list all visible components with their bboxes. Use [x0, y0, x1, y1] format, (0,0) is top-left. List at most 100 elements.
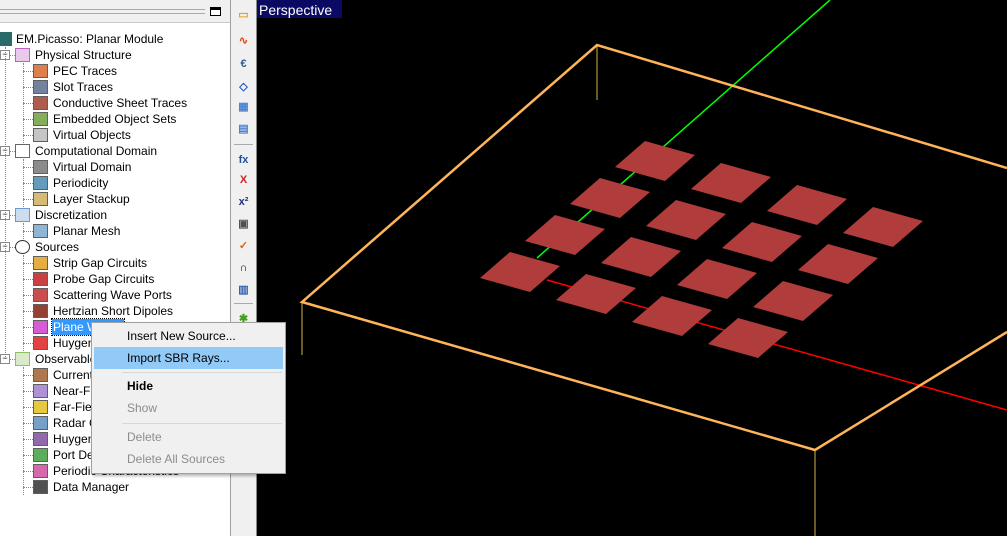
- tree-connector: [23, 223, 24, 239]
- tree-item-label: Strip Gap Circuits: [53, 256, 148, 270]
- menu-hide[interactable]: Hide: [94, 375, 283, 397]
- cards-icon[interactable]: €: [235, 56, 252, 72]
- patch: [843, 207, 923, 247]
- tree-connector: [5, 47, 6, 359]
- panel-titlebar: [0, 0, 230, 23]
- domain-box-icon: [15, 144, 30, 158]
- menu-separator: [122, 372, 282, 373]
- radar-cross-sections-icon: [33, 416, 48, 430]
- periodicity-icon: [33, 176, 48, 190]
- patch: [646, 200, 726, 240]
- tree-item-label: PEC Traces: [53, 64, 118, 78]
- patch: [632, 296, 712, 336]
- tree-connector: [23, 263, 33, 264]
- context-menu: Insert New Source... Import SBR Rays... …: [91, 322, 286, 474]
- tree-item-label: Data Manager: [53, 480, 130, 494]
- tree-connector: [23, 119, 33, 120]
- virtual-domain-icon: [33, 160, 48, 174]
- menu-import-sbr-rays[interactable]: Import SBR Rays...: [94, 347, 283, 369]
- tree-connector: [23, 167, 33, 168]
- tree-connector: [23, 295, 33, 296]
- tree-connector: [23, 375, 33, 376]
- maximize-button[interactable]: [210, 7, 221, 16]
- slot-traces-icon: [33, 80, 48, 94]
- patch: [691, 163, 771, 203]
- tree-connector: [23, 327, 33, 328]
- strip-gap-circuits-icon: [33, 256, 48, 270]
- chart-icon[interactable]: ∩: [235, 260, 252, 276]
- superscript-icon[interactable]: x²: [235, 194, 252, 210]
- patch: [615, 141, 695, 181]
- patch: [798, 244, 878, 284]
- tree-connector: [23, 455, 33, 456]
- tree-item-label: Planar Mesh: [53, 224, 121, 238]
- patch: [601, 237, 681, 277]
- patch: [556, 274, 636, 314]
- tree-connector: [23, 199, 33, 200]
- tree-connector: [23, 159, 24, 207]
- mesh-grid-icon: [15, 208, 30, 222]
- tree-item-label: Slot Traces: [53, 80, 114, 94]
- tree-connector: [23, 407, 33, 408]
- excel-icon[interactable]: X: [235, 172, 252, 188]
- ruler-icon[interactable]: ▭: [235, 7, 252, 23]
- wave-icon[interactable]: ∿: [235, 33, 252, 49]
- tree-group-label: Sources: [35, 240, 80, 254]
- graph-icon[interactable]: ▣: [235, 216, 252, 232]
- box-icon[interactable]: ◇: [235, 79, 252, 95]
- patch: [570, 178, 650, 218]
- tree-connector: [23, 391, 33, 392]
- tree-connector: [23, 471, 33, 472]
- tree-item-label: Virtual Objects: [53, 128, 131, 142]
- scene: [299, 0, 1007, 536]
- view-label: Perspective: [257, 0, 343, 18]
- panel-grip[interactable]: [0, 9, 205, 14]
- data-manager-icon: [33, 480, 48, 494]
- 3d-viewport[interactable]: [257, 0, 1007, 536]
- toolbar-separator: [234, 144, 253, 145]
- current-distributions-icon: [33, 368, 48, 382]
- planar-mesh-icon: [33, 224, 48, 238]
- calculator-icon[interactable]: ▥: [235, 282, 252, 298]
- tree-item-label: Conductive Sheet Traces: [53, 96, 188, 110]
- check-icon[interactable]: ✓: [235, 238, 252, 254]
- menu-delete-all-sources: Delete All Sources: [127, 452, 226, 466]
- port-definitions-icon: [33, 448, 48, 462]
- tree-item-label: Hertzian Short Dipoles: [53, 304, 174, 318]
- physical-structure-icon: [15, 48, 30, 62]
- toolbar-separator: [234, 303, 253, 304]
- tree-connector: [23, 343, 33, 344]
- source-sine-icon: [15, 240, 30, 254]
- tree-connector: [23, 279, 33, 280]
- virtual-objects-icon: [33, 128, 48, 142]
- embedded-object-sets-icon: [33, 112, 48, 126]
- tree-connector: [23, 87, 33, 88]
- function-icon[interactable]: fx: [235, 152, 252, 168]
- tree-connector: [23, 487, 33, 488]
- patch: [480, 252, 560, 292]
- patch: [525, 215, 605, 255]
- tree-item-label: Probe Gap Circuits: [53, 272, 155, 286]
- patch: [708, 318, 788, 358]
- huygens-sources-icon: [33, 336, 48, 350]
- near-field-sensors-icon: [33, 384, 48, 398]
- pec-traces-icon: [33, 64, 48, 78]
- tree-connector: [23, 63, 24, 143]
- patch: [753, 281, 833, 321]
- probe-gap-circuits-icon: [33, 272, 48, 286]
- tree-connector: [23, 183, 33, 184]
- tree-group-label: Discretization: [35, 208, 108, 222]
- tree-connector: [23, 71, 33, 72]
- grid-split-icon[interactable]: ▤: [235, 121, 252, 137]
- menu-insert-new-source[interactable]: Insert New Source...: [94, 325, 283, 347]
- observables-chart-icon: [15, 352, 30, 366]
- plane-waves-icon: [33, 320, 48, 334]
- patch: [722, 222, 802, 262]
- tree-connector: [23, 135, 33, 136]
- grid-icon[interactable]: ▦: [235, 99, 252, 115]
- tree-connector: [23, 311, 33, 312]
- far-field-radiation-patterns-icon: [33, 400, 48, 414]
- tree-connector: [23, 231, 33, 232]
- tree-item-label: Scattering Wave Ports: [53, 288, 172, 302]
- tree-connector: [23, 367, 24, 495]
